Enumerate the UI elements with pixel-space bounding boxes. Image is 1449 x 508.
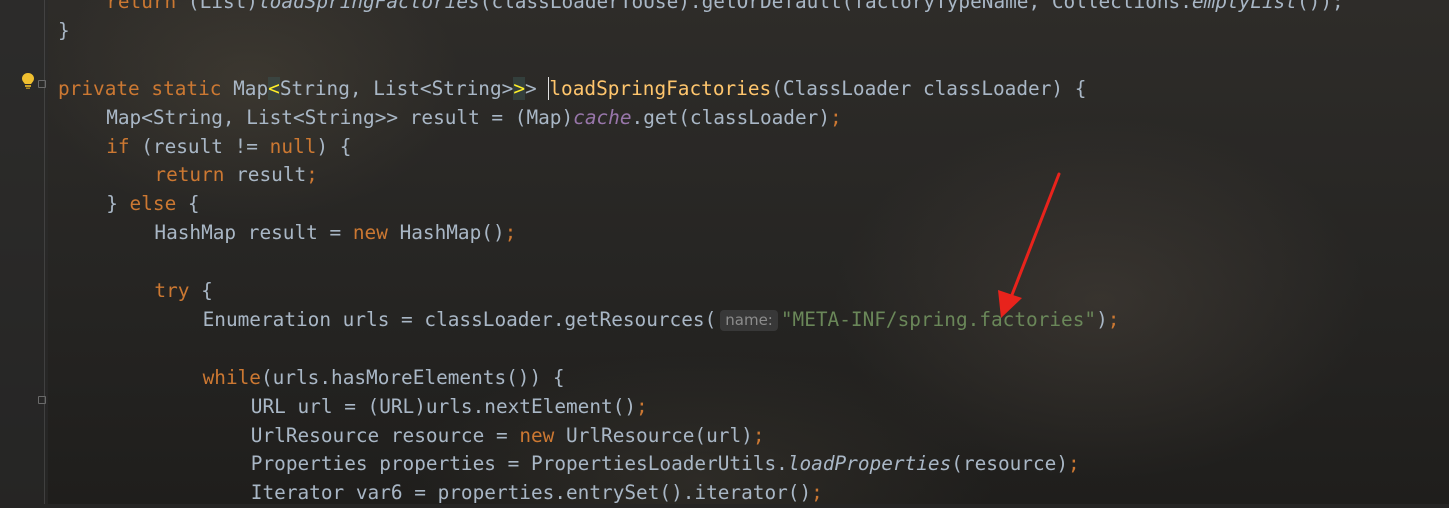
red-annotation-arrow [998, 172, 1061, 318]
